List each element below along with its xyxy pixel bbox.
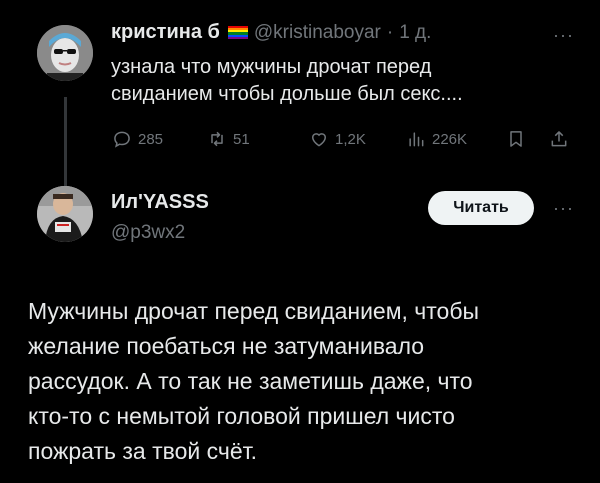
share-action[interactable] xyxy=(549,129,569,149)
tweet-text-line: узнала что мужчины дрочат перед xyxy=(111,56,432,78)
bookmark-icon xyxy=(510,131,522,147)
tweet-2: Ил'YASSS @p3wx2 Читать ··· Мужчины дроча… xyxy=(0,165,600,483)
views-action[interactable]: 226K xyxy=(406,129,467,149)
rainbow-flag-icon xyxy=(227,25,248,40)
tweet-text: узнала что мужчины дрочат перед свидание… xyxy=(111,54,581,108)
repost-count: 51 xyxy=(233,130,250,148)
author-name[interactable]: кристина б xyxy=(111,21,220,44)
tweet-text-line: пожрать за твой счёт. xyxy=(28,438,258,464)
views-icon xyxy=(409,132,424,147)
tweet-1: кристина б @kristinaboyar · 1 д. ··· узн… xyxy=(0,0,600,165)
more-options-icon[interactable]: ··· xyxy=(553,198,574,219)
like-count: 1,2K xyxy=(335,130,366,148)
tweet-text: Мужчины дрочат перед свиданием, чтобы же… xyxy=(28,294,588,469)
separator-dot: · xyxy=(386,21,394,43)
share-icon xyxy=(551,131,567,147)
tweet-text-line: рассудок. А то так не заметишь даже, что xyxy=(28,368,473,394)
tweet-time[interactable]: 1 д. xyxy=(399,22,431,44)
bookmark-action[interactable] xyxy=(506,129,526,149)
avatar-tweet-2[interactable] xyxy=(37,186,93,242)
repost-action[interactable]: 51 xyxy=(207,129,250,149)
reply-action[interactable]: 285 xyxy=(112,129,163,149)
author-handle[interactable]: @p3wx2 xyxy=(111,222,185,244)
reply-count: 285 xyxy=(138,130,164,148)
more-options-icon[interactable]: ··· xyxy=(553,25,574,46)
heart-icon xyxy=(311,133,327,147)
tweet-text-line: Мужчины дрочат перед свиданием, чтобы xyxy=(28,298,480,324)
reply-icon xyxy=(114,131,130,148)
views-count: 226K xyxy=(432,130,468,148)
follow-button[interactable]: Читать xyxy=(428,191,534,225)
author-name[interactable]: Ил'YASSS xyxy=(111,191,209,214)
tweet-text-line: свиданием чтобы дольше был секс.... xyxy=(111,83,463,105)
author-handle[interactable]: @kristinaboyar xyxy=(254,22,381,44)
repost-icon xyxy=(211,131,223,147)
tweet-text-line: кто-то с немытой головой пришел чисто xyxy=(28,403,455,429)
avatar-tweet-1[interactable] xyxy=(37,25,93,81)
tweet-text-line: желание поебаться не затуманивало xyxy=(28,333,425,359)
like-action[interactable]: 1,2K xyxy=(309,129,366,149)
